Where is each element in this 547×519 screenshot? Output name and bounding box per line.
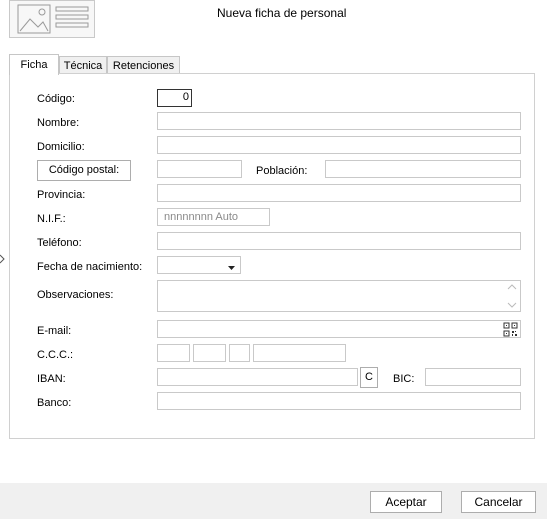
nif-input[interactable]: nnnnnnnn Auto	[157, 208, 270, 226]
ccc-oficina-input[interactable]	[193, 344, 226, 362]
nif-label: N.I.F.:	[37, 213, 66, 225]
ccc-entidad-input[interactable]	[157, 344, 190, 362]
email-label: E-mail:	[37, 325, 72, 337]
ccc-label: C.C.C.:	[37, 349, 74, 361]
qr-code-icon[interactable]	[503, 322, 518, 340]
bic-input[interactable]	[425, 368, 521, 386]
email-input[interactable]	[157, 320, 521, 338]
domicilio-label: Domicilio:	[37, 141, 85, 153]
nombre-label: Nombre:	[37, 117, 80, 129]
codigo-input[interactable]: 0	[157, 89, 192, 107]
telefono-input[interactable]	[157, 232, 521, 250]
codigo-label: Código:	[37, 93, 75, 105]
observaciones-label: Observaciones:	[37, 289, 114, 301]
ccc-cuenta-input[interactable]	[253, 344, 346, 362]
form-card-icon	[9, 0, 95, 38]
domicilio-input[interactable]	[157, 136, 521, 154]
iban-input[interactable]	[157, 368, 358, 386]
banco-input[interactable]	[157, 392, 521, 410]
chevron-down-icon[interactable]	[228, 262, 235, 274]
codigo-value: 0	[182, 91, 189, 103]
iban-calc-button[interactable]: C	[360, 367, 378, 388]
poblacion-label: Población:	[256, 165, 308, 177]
nombre-input[interactable]	[157, 112, 521, 130]
provincia-label: Provincia:	[37, 189, 86, 201]
observaciones-textarea[interactable]	[157, 280, 521, 312]
codigo-postal-input[interactable]	[157, 160, 242, 178]
fecha-nacimiento-label: Fecha de nacimiento:	[37, 261, 143, 273]
nif-placeholder: nnnnnnnn Auto	[164, 211, 239, 223]
accept-button[interactable]: Aceptar	[370, 491, 442, 513]
fecha-nacimiento-picker[interactable]	[157, 256, 241, 274]
dialog-title: Nueva ficha de personal	[217, 6, 347, 20]
collapse-arrow-icon[interactable]	[0, 254, 5, 267]
poblacion-input[interactable]	[325, 160, 521, 178]
iban-label: IBAN:	[37, 373, 66, 385]
ccc-dc-input[interactable]	[229, 344, 250, 362]
telefono-label: Teléfono:	[37, 237, 82, 249]
cancel-button[interactable]: Cancelar	[461, 491, 536, 513]
codigo-postal-button[interactable]: Código postal:	[37, 160, 131, 181]
banco-label: Banco:	[37, 397, 72, 409]
bic-label: BIC:	[393, 373, 415, 385]
observaciones-scrollbar[interactable]	[504, 281, 520, 311]
provincia-input[interactable]	[157, 184, 521, 202]
tab-ficha[interactable]: Ficha	[9, 54, 59, 75]
